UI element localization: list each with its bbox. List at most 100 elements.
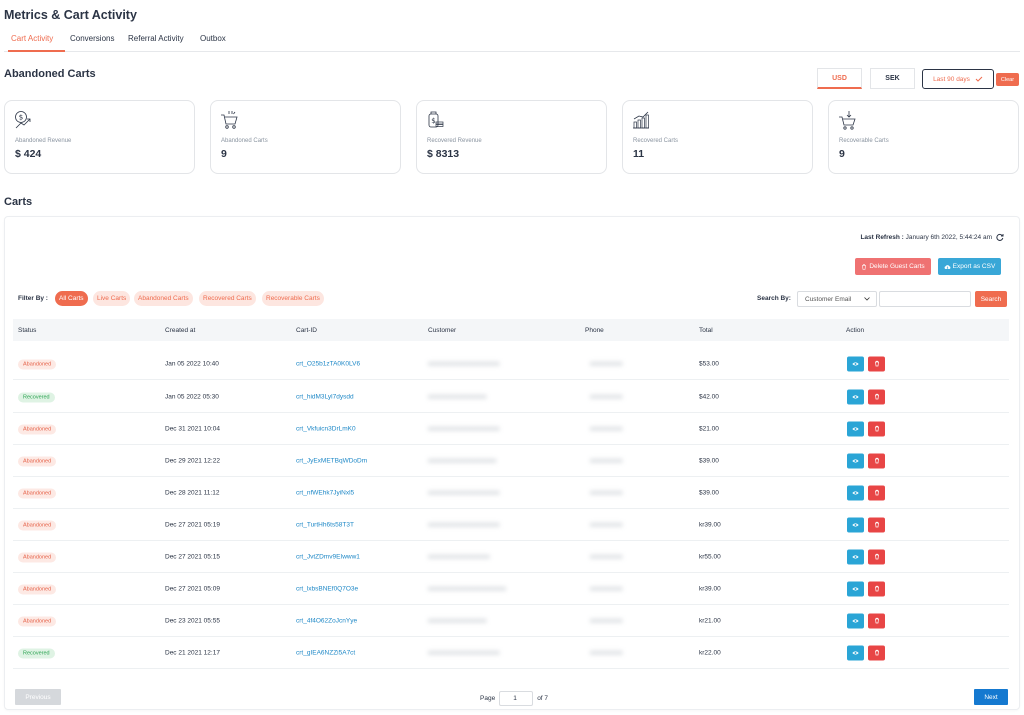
- view-button[interactable]: [847, 613, 864, 628]
- view-button[interactable]: [847, 356, 864, 371]
- view-button[interactable]: [847, 485, 864, 500]
- view-button[interactable]: [847, 549, 864, 564]
- search-label: Search By:: [757, 295, 791, 302]
- tab-conversions[interactable]: Conversions: [70, 34, 114, 43]
- delete-button[interactable]: [868, 356, 885, 371]
- view-button[interactable]: [847, 389, 864, 404]
- cart-id-link[interactable]: crt_JyExMETBqWDoDm: [296, 457, 367, 464]
- eye-icon: [852, 522, 859, 527]
- tab-cart-activity[interactable]: Cart Activity: [11, 34, 53, 43]
- delete-guest-carts-label: Delete Guest Carts: [869, 263, 925, 270]
- status-cell: Abandoned: [18, 456, 57, 466]
- tab-referral-activity[interactable]: Referral Activity: [128, 34, 184, 43]
- table-row: Abandoned Dec 27 2021 05:15 crt_JvtZDmv9EI…: [13, 541, 1009, 573]
- customer-cell: xxxxxxxxxxxxxxxxxx: [428, 617, 487, 624]
- phone-cell: xxxxxxxxxx: [590, 521, 623, 528]
- previous-page-button[interactable]: Previous: [15, 689, 61, 705]
- money-icon: $: [428, 111, 444, 128]
- total-cell: kr22.00: [699, 649, 721, 656]
- view-button[interactable]: [847, 453, 864, 468]
- delete-button[interactable]: [868, 517, 885, 532]
- revenue-chart-icon: $: [15, 111, 31, 129]
- cart-id-link[interactable]: crt_4f4O62ZoJcnYye: [296, 617, 357, 624]
- table-row: Abandoned Dec 28 2021 11:12 crt_nfWEhk7Jyi…: [13, 477, 1009, 509]
- delete-button[interactable]: [868, 421, 885, 436]
- stat-card-abandoned-revenue: $ Abandoned Revenue $ 424: [4, 100, 195, 174]
- view-button[interactable]: [847, 517, 864, 532]
- phone-cell: xxxxxxxxxx: [590, 489, 623, 496]
- created-cell: Jan 05 2022 10:40: [165, 360, 219, 367]
- filter-all-carts[interactable]: All Carts: [55, 291, 88, 306]
- status-badge: Recovered: [18, 392, 55, 402]
- trash-icon: [874, 457, 879, 464]
- status-cell: Recovered: [18, 648, 55, 658]
- page-number-input[interactable]: 1: [499, 691, 534, 706]
- currency-sek-button[interactable]: SEK: [870, 68, 915, 89]
- date-range-button[interactable]: Last 90 days: [922, 69, 994, 89]
- trash-icon: [874, 393, 879, 400]
- stat-value: 11: [633, 148, 645, 160]
- cart-id-link[interactable]: crt_TurtHh6ts58T3T: [296, 521, 354, 528]
- status-badge: Abandoned: [18, 424, 57, 434]
- stat-card-recovered-revenue: $ Recovered Revenue $ 8313: [416, 100, 607, 174]
- column-header-status: Status: [18, 327, 37, 334]
- refresh-value: January 6th 2022, 5:44:24 am: [905, 233, 992, 241]
- active-tab-indicator: [8, 50, 65, 52]
- cart-id-link[interactable]: crt_Vkfuicn3DrLmK0: [296, 425, 356, 432]
- search-input[interactable]: [879, 291, 971, 307]
- cart-id-link[interactable]: crt_JvtZDmv9EIwww1: [296, 553, 360, 560]
- stat-card-recovered-carts: Recovered Carts 11: [622, 100, 813, 174]
- eye-icon: [852, 394, 859, 399]
- cart-id-link[interactable]: crt_hidM3Lyl7dysdd: [296, 393, 354, 400]
- eye-icon: [852, 554, 859, 559]
- delete-button[interactable]: [868, 613, 885, 628]
- page-total: of 7: [537, 695, 549, 702]
- stat-value: 9: [839, 148, 845, 160]
- table-row: Abandoned Dec 27 2021 05:09 crt_lxbsBNEf0Q…: [13, 573, 1009, 605]
- status-badge: Abandoned: [18, 584, 57, 594]
- customer-cell: xxxxxxxxxxxxxxxxxxxxxx: [428, 489, 500, 496]
- cloud-download-icon: [944, 264, 951, 269]
- filter-recoverable-carts[interactable]: Recoverable Carts: [262, 291, 324, 306]
- abandoned-section-title: Abandoned Carts: [4, 68, 96, 80]
- refresh-icon[interactable]: [996, 233, 1004, 241]
- filter-live-carts[interactable]: Live Carts: [93, 291, 131, 306]
- view-button[interactable]: [847, 581, 864, 596]
- total-cell: kr39.00: [699, 521, 721, 528]
- table-row: Recovered Dec 21 2021 12:17 crt_gIEA6NZZi5…: [13, 637, 1009, 669]
- customer-cell: xxxxxxxxxxxxxxxxxxx: [428, 553, 490, 560]
- search-button[interactable]: Search: [975, 291, 1007, 307]
- created-cell: Dec 27 2021 05:19: [165, 521, 220, 528]
- delete-button[interactable]: [868, 389, 885, 404]
- next-page-button[interactable]: Next: [974, 689, 1008, 705]
- cart-id-link[interactable]: crt_O25b1zTA0K0LV6: [296, 360, 360, 367]
- search-field-select[interactable]: Customer Email: [797, 291, 877, 307]
- delete-button[interactable]: [868, 453, 885, 468]
- stat-label: Abandoned Revenue: [15, 138, 72, 144]
- table-header: Status Created at Cart-ID Customer Phone…: [13, 319, 1009, 341]
- delete-button[interactable]: [868, 549, 885, 564]
- clear-date-button[interactable]: Clear: [996, 73, 1019, 86]
- trash-icon: [862, 263, 867, 270]
- customer-cell: xxxxxxxxxxxxxxxxxxxxx: [428, 457, 497, 464]
- delete-button[interactable]: [868, 485, 885, 500]
- delete-button[interactable]: [868, 645, 885, 660]
- cart-id-link[interactable]: crt_nfWEhk7JyiNxl5: [296, 489, 354, 496]
- phone-cell: xxxxxxxxxx: [590, 425, 623, 432]
- bar-chart-icon: [633, 111, 649, 129]
- cart-id-link[interactable]: crt_gIEA6NZZi5A7ct: [296, 649, 355, 656]
- filter-abandoned-carts[interactable]: Abandoned Carts: [134, 291, 193, 306]
- view-button[interactable]: [847, 645, 864, 660]
- status-cell: Abandoned: [18, 552, 57, 562]
- filter-recovered-carts[interactable]: Recovered Carts: [199, 291, 256, 306]
- stat-label: Recoverable Carts: [839, 138, 889, 144]
- view-button[interactable]: [847, 421, 864, 436]
- currency-usd-button[interactable]: USD: [817, 68, 862, 89]
- delete-guest-carts-button[interactable]: Delete Guest Carts: [855, 258, 931, 275]
- cart-id-link[interactable]: crt_lxbsBNEf0Q7O3e: [296, 585, 358, 592]
- export-csv-button[interactable]: Export as CSV: [938, 258, 1001, 275]
- tab-outbox[interactable]: Outbox: [200, 34, 226, 43]
- last-refresh: Last Refresh : January 6th 2022, 5:44:24…: [860, 233, 1004, 241]
- delete-button[interactable]: [868, 581, 885, 596]
- created-cell: Dec 27 2021 05:09: [165, 585, 220, 592]
